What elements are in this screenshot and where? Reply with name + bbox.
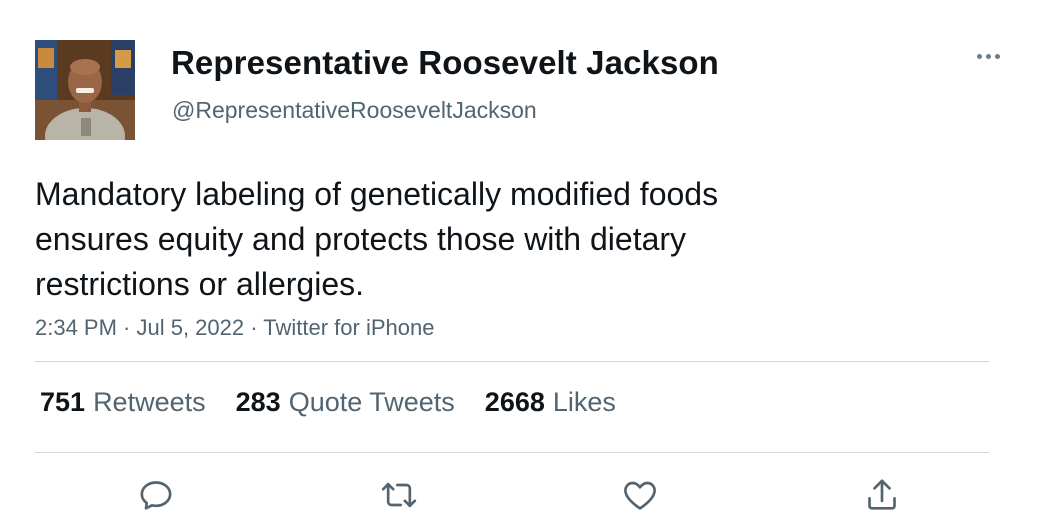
author-display-name[interactable]: Representative Roosevelt Jackson	[171, 44, 719, 82]
more-horizontal-icon	[994, 53, 1000, 59]
tweet-timestamp-source[interactable]: 2:34 PM · Jul 5, 2022 · Twitter for iPho…	[35, 315, 434, 341]
likes-count: 2668	[484, 387, 545, 417]
more-horizontal-icon	[976, 53, 982, 59]
more-options-button[interactable]	[970, 42, 1006, 70]
author-handle[interactable]: @RepresentativeRooseveltJackson	[172, 97, 537, 124]
share-icon	[868, 479, 896, 510]
retweet-button[interactable]	[374, 470, 424, 520]
retweets-stat[interactable]: 751 Retweets	[40, 387, 206, 418]
likes-label: Likes	[552, 387, 616, 417]
more-horizontal-icon	[985, 53, 991, 59]
retweets-label: Retweets	[93, 387, 206, 417]
tweet-text-line: ensures equity and protects those with d…	[35, 221, 687, 257]
heart-icon	[624, 481, 656, 510]
like-button[interactable]	[615, 470, 665, 520]
quote-tweets-stat[interactable]: 283 Quote Tweets	[236, 387, 455, 418]
avatar-photo	[35, 40, 135, 140]
tweet-actions-bar	[0, 470, 1050, 520]
engagement-stats: 751 Retweets 283 Quote Tweets 2668 Likes	[40, 387, 646, 418]
tweet-text-line: Mandatory labeling of genetically modifi…	[35, 176, 719, 212]
quote-tweets-label: Quote Tweets	[288, 387, 455, 417]
likes-stat[interactable]: 2668 Likes	[485, 387, 616, 418]
divider	[35, 361, 989, 362]
share-button[interactable]	[857, 470, 907, 520]
retweet-icon	[381, 482, 417, 508]
quote-tweets-count: 283	[235, 387, 281, 417]
reply-icon	[140, 481, 172, 510]
retweets-count: 751	[40, 387, 86, 417]
avatar[interactable]	[35, 40, 135, 140]
reply-button[interactable]	[131, 470, 181, 520]
tweet-text-line: restrictions or allergies.	[35, 266, 364, 302]
tweet-detail: Representative Roosevelt Jackson @Repres…	[0, 0, 1050, 525]
tweet-text: Mandatory labeling of genetically modifi…	[35, 172, 835, 307]
divider	[35, 452, 989, 453]
